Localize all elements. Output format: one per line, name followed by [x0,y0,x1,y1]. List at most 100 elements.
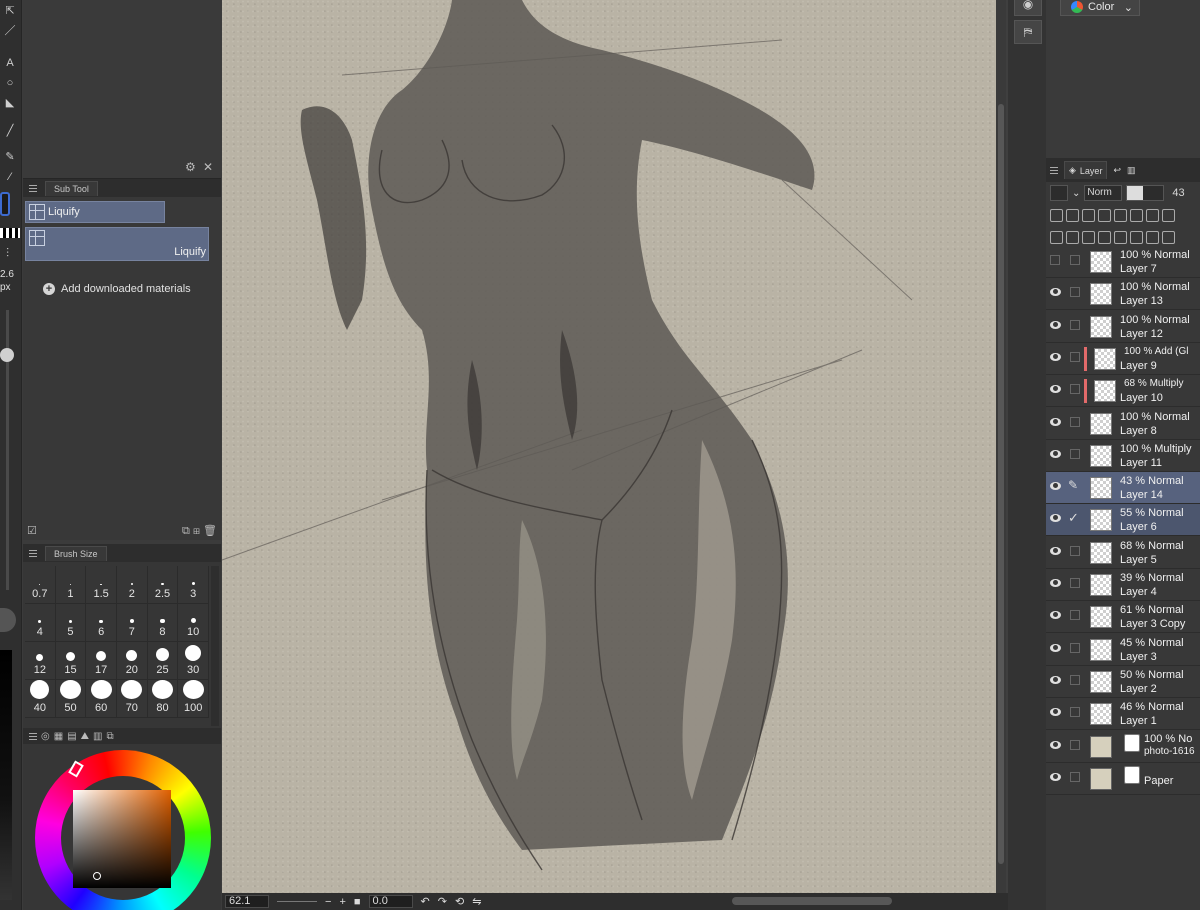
flip-horizontal-icon[interactable]: ⇋ [472,895,481,908]
text-tool-icon[interactable]: A [2,56,18,70]
new-vector-layer-icon[interactable] [1066,230,1079,244]
eye-icon[interactable] [1050,675,1061,684]
zoom-out-icon[interactable]: − [325,896,331,908]
eye-icon[interactable] [1050,449,1061,458]
eye-icon[interactable] [1050,482,1061,491]
move-tool-icon[interactable]: ⇱ [2,4,18,18]
pencil-tool-icon[interactable]: ✎ [2,150,18,164]
eye-icon[interactable] [1050,772,1061,781]
brush-size-option[interactable]: 6 [86,604,117,642]
brush-size-option[interactable]: 60 [86,680,117,718]
brush-size-option[interactable]: 100 [178,680,209,718]
layer-select-checkbox[interactable] [1070,319,1080,330]
panel-menu-icon[interactable] [1050,166,1058,174]
approximate-color-tab-icon[interactable]: ▥ [93,731,102,742]
drawing-canvas[interactable] [221,0,996,893]
tab-layer[interactable]: ◈ Layer [1064,161,1108,179]
editing-pen-icon[interactable]: ✎ [1068,478,1078,492]
zoom-level-field[interactable]: 62.1 [225,895,269,908]
brush-size-option[interactable]: 10 [178,604,209,642]
layer-row[interactable]: 61 % Normal Layer 3 Copy [1046,601,1200,634]
checkmark-icon[interactable]: ✓ [1068,510,1079,526]
panel-menu-icon[interactable] [29,184,37,192]
saturation-value-square[interactable] [73,790,171,888]
layer-row[interactable]: 100 % Normal Layer 7 [1046,246,1200,278]
visibility-toggle[interactable] [1050,255,1060,265]
opacity-slider[interactable] [0,650,12,900]
subtool-settings-icon[interactable]: ☑ [27,524,37,540]
eye-icon[interactable] [1050,417,1061,426]
clip-layer-icon[interactable] [1050,208,1063,222]
brush-size-option[interactable]: 2 [116,566,148,604]
layer-row[interactable]: 39 % Normal Layer 4 [1046,569,1200,601]
layer-row[interactable]: 100 % Normal Layer 8 [1046,407,1200,440]
layer-row[interactable]: ✎ 43 % Normal Layer 14 [1046,472,1200,505]
panel-menu-icon[interactable] [29,549,37,557]
delete-subtool-icon[interactable]: 🗑 [203,525,217,537]
opacity-slider[interactable] [1126,185,1165,201]
layer-select-checkbox[interactable] [1070,674,1080,685]
eyedropper-tool-icon[interactable]: ⁄ [2,170,18,184]
tab-brush-size[interactable]: Brush Size [45,545,107,561]
rotation-field[interactable]: 0.0 [368,895,413,908]
color-mode-dropdown[interactable]: Color ⌄ [1060,0,1140,16]
brush-size-option[interactable]: 25 [147,642,179,680]
eye-icon[interactable] [1050,514,1061,523]
layer-row[interactable]: 100 % No photo-1616 [1046,730,1200,763]
pen-tool-icon[interactable]: ／ [2,24,18,38]
brush-size-option[interactable]: 8 [147,604,179,642]
layer-select-checkbox[interactable] [1070,287,1080,298]
brush-size-option[interactable]: 5 [55,604,87,642]
brush-size-option[interactable]: 1 [55,566,87,604]
zoom-slider[interactable] [277,901,317,902]
eye-icon[interactable] [1050,643,1061,652]
apply-mask-icon[interactable] [1146,230,1159,244]
rotate-right-icon[interactable]: ↷ [438,895,447,908]
layer-row[interactable]: 100 % Add (Gl Layer 9 [1046,342,1200,375]
layer-color-icon[interactable] [1162,208,1175,222]
eye-icon[interactable] [1050,579,1061,587]
eye-icon[interactable] [1050,320,1061,329]
fit-to-window-icon[interactable]: ■ [354,896,361,908]
reset-rotation-icon[interactable]: ⟲ [455,895,464,908]
chevron-down-icon[interactable]: ⌄ [1072,188,1080,199]
lasso-tool-icon[interactable]: ○ [2,76,18,90]
eye-icon[interactable] [1050,546,1061,555]
layer-row[interactable]: ✓ 55 % Normal Layer 6 [1046,504,1200,537]
layer-select-checkbox[interactable] [1070,384,1080,395]
layer-row[interactable]: 68 % Normal Layer 5 [1046,536,1200,569]
canvas-horizontal-scrollbar-thumb[interactable] [732,897,892,905]
brush-size-option[interactable]: 4 [25,604,56,642]
brush-size-option[interactable]: 70 [116,680,148,718]
merge-down-icon[interactable] [1114,230,1127,244]
subtool-group-liquify[interactable]: Liquify [25,201,165,223]
brush-size-option[interactable]: 30 [178,642,209,680]
new-raster-layer-icon[interactable] [1050,230,1063,244]
reference-layer-icon[interactable] [1066,208,1079,222]
layer-select-checkbox[interactable] [1070,351,1080,362]
layer-row[interactable]: 45 % Normal Layer 3 [1046,633,1200,666]
wrench-icon[interactable]: ⚙ [185,160,196,174]
new-subtool-icon[interactable]: ⊞ [193,525,200,537]
layer-select-checkbox[interactable] [1070,642,1080,653]
layer-row[interactable]: 46 % Normal Layer 1 [1046,698,1200,731]
draft-layer-icon[interactable] [1082,208,1095,222]
tab-sub-tool[interactable]: Sub Tool [45,180,98,196]
layer-select-checkbox[interactable] [1070,578,1080,588]
canvas-vertical-scrollbar-thumb[interactable] [998,104,1004,864]
delete-layer-icon[interactable] [1162,230,1175,244]
palette-color-icon[interactable] [1146,208,1159,222]
main-color-swatch[interactable] [0,192,10,216]
transfer-down-icon[interactable] [1098,230,1111,244]
color-slider-tab-icon[interactable]: ▦ [54,731,63,742]
color-picker-cursor[interactable] [93,872,101,880]
fill-tool-icon[interactable]: ◣ [2,96,18,110]
brush-size-option[interactable]: 17 [86,642,117,680]
layer-select-checkbox[interactable] [1070,416,1080,427]
layer-property-tab-icon[interactable]: ▥ [1127,165,1136,176]
lock-transparency-icon[interactable] [1114,208,1127,222]
eye-icon[interactable] [1050,740,1061,749]
preview-icon[interactable]: ◉ [1014,0,1042,16]
blend-mode-dropdown[interactable]: Norm [1084,185,1123,201]
brush-size-option[interactable]: 80 [147,680,179,718]
